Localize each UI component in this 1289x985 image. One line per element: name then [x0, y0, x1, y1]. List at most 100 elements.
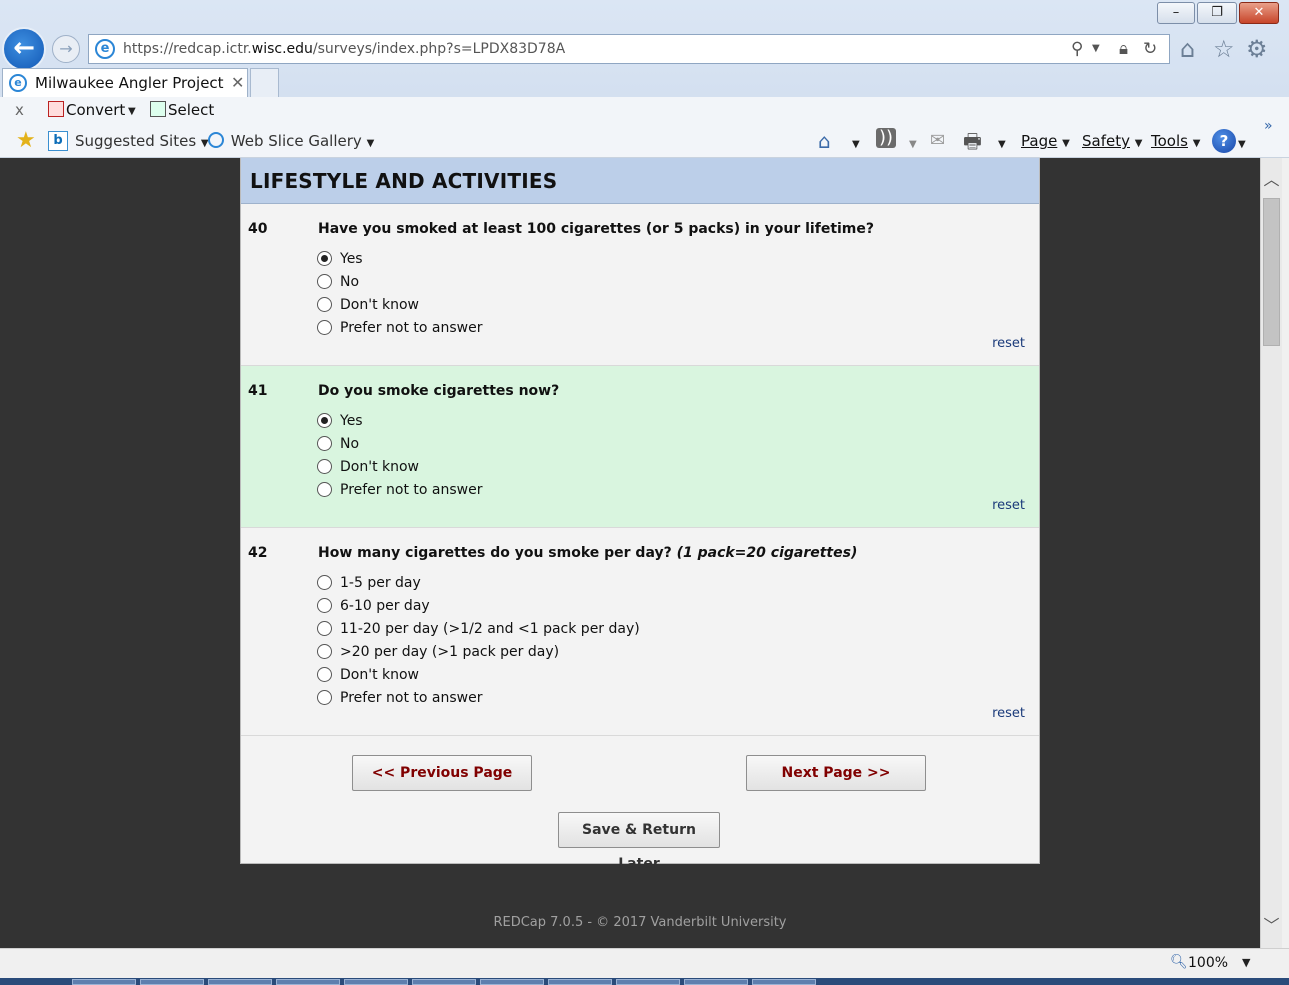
safety-menu[interactable]: Safety ▼ [1082, 131, 1142, 154]
new-tab-button[interactable] [250, 68, 279, 97]
help-dropdown-icon[interactable]: ▼ [1238, 135, 1246, 155]
radio-button[interactable] [317, 459, 332, 474]
home-toolbar-icon[interactable]: ⌂ [818, 127, 831, 155]
radio-button[interactable] [317, 690, 332, 705]
rss-feed-icon[interactable]: )) [876, 128, 896, 148]
question-41: 41 Do you smoke cigarettes now? Yes No D… [241, 366, 1039, 528]
previous-page-button[interactable]: << Previous Page [352, 755, 532, 791]
taskbar-item[interactable] [208, 979, 272, 985]
question-number: 40 [248, 221, 268, 237]
scroll-thumb[interactable] [1263, 198, 1280, 346]
help-icon[interactable]: ? [1212, 129, 1236, 153]
rss-dropdown-icon[interactable]: ▼ [909, 135, 917, 155]
taskbar-item[interactable] [480, 979, 544, 985]
convert-dropdown-icon[interactable]: ▼ [128, 102, 136, 122]
print-icon[interactable]: 🖶︎ [963, 127, 982, 155]
web-slice-gallery-link[interactable]: Web Slice Gallery ▼ [208, 131, 374, 154]
radio-button[interactable] [317, 621, 332, 636]
taskbar-item[interactable] [344, 979, 408, 985]
command-bar: x Convert ▼ Select [0, 97, 1289, 125]
close-tab-icon[interactable]: ✕ [231, 73, 244, 92]
redcap-footer: REDCap 7.0.5 - © 2017 Vanderbilt Univers… [493, 915, 787, 930]
tools-menu[interactable]: Tools ▼ [1151, 131, 1200, 154]
gear-icon[interactable]: ⚙ [1246, 35, 1268, 63]
search-icon[interactable]: ⚲ [1071, 38, 1083, 60]
question-number: 41 [248, 383, 268, 399]
radio-button[interactable] [317, 644, 332, 659]
forward-button[interactable]: → [52, 35, 80, 63]
radio-button[interactable] [317, 413, 332, 428]
url-text[interactable]: https://redcap.ictr.wisc.edu/surveys/ind… [123, 41, 565, 57]
question-42: 42 How many cigarettes do you smoke per … [241, 528, 1039, 736]
arrow-left-icon: ← [13, 33, 35, 63]
section-title: LIFESTYLE AND ACTIVITIES [250, 169, 558, 193]
arrow-right-icon: → [59, 39, 73, 58]
browser-chrome: – ❐ ✕ ← → e https://redcap.ictr.wisc.edu… [0, 0, 1289, 158]
next-page-button[interactable]: Next Page >> [746, 755, 926, 791]
ie-icon [208, 132, 224, 148]
suggested-sites-link[interactable]: Suggested Sites ▼ [75, 131, 209, 154]
minimize-button[interactable]: – [1157, 2, 1195, 24]
favorites-star-icon[interactable]: ☆ [1213, 35, 1235, 63]
radio-button[interactable] [317, 274, 332, 289]
taskbar-item[interactable] [548, 979, 612, 985]
taskbar-item[interactable] [752, 979, 816, 985]
reset-link[interactable]: reset [992, 706, 1025, 721]
pdf-icon [48, 101, 64, 117]
radio-button[interactable] [317, 482, 332, 497]
favorites-icon[interactable]: ★ [16, 129, 36, 153]
read-mail-icon[interactable]: ✉ [930, 127, 945, 155]
taskbar [0, 978, 1289, 985]
taskbar-item[interactable] [276, 979, 340, 985]
convert-button[interactable]: Convert [48, 100, 125, 120]
survey-form: LIFESTYLE AND ACTIVITIES 40 Have you smo… [240, 158, 1040, 872]
vertical-scrollbar[interactable]: ︿ ﹀ [1260, 158, 1282, 948]
window-edge [1282, 158, 1289, 948]
taskbar-item[interactable] [140, 979, 204, 985]
page-viewport: LIFESTYLE AND ACTIVITIES 40 Have you smo… [0, 158, 1260, 948]
taskbar-item[interactable] [684, 979, 748, 985]
radio-button[interactable] [317, 320, 332, 335]
close-window-button[interactable]: ✕ [1239, 2, 1279, 24]
home-icon[interactable]: ⌂ [1180, 35, 1195, 63]
question-40: 40 Have you smoked at least 100 cigarett… [241, 204, 1039, 366]
taskbar-item[interactable] [412, 979, 476, 985]
question-text: How many cigarettes do you smoke per day… [318, 545, 858, 561]
scroll-up-icon[interactable]: ︿ [1261, 158, 1282, 198]
ie-tab-icon: e [9, 74, 27, 92]
reset-link[interactable]: reset [992, 498, 1025, 513]
taskbar-item[interactable] [72, 979, 136, 985]
question-text: Have you smoked at least 100 cigarettes … [318, 221, 875, 237]
maximize-button[interactable]: ❐ [1197, 2, 1237, 24]
zoom-level[interactable]: 100% [1188, 955, 1228, 971]
radio-button[interactable] [317, 297, 332, 312]
print-dropdown-icon[interactable]: ▼ [998, 135, 1006, 155]
taskbar-item[interactable] [616, 979, 680, 985]
refresh-icon[interactable]: ↻ [1143, 38, 1157, 60]
home-dropdown-icon[interactable]: ▼ [852, 135, 860, 155]
chevron-down-icon: ▼ [1192, 138, 1201, 149]
save-return-later-button[interactable]: Save & Return Later [558, 812, 720, 872]
bing-icon: b [48, 131, 68, 151]
lock-icon[interactable]: 🔒︎ [1119, 38, 1128, 60]
select-icon [150, 101, 166, 117]
scroll-down-icon[interactable]: ﹀ [1261, 906, 1282, 946]
close-toolbar-icon[interactable]: x [15, 100, 24, 120]
search-dropdown-icon[interactable]: ▼ [1092, 38, 1100, 60]
address-bar[interactable]: e https://redcap.ictr.wisc.edu/surveys/i… [88, 34, 1170, 64]
zoom-icon[interactable]: 🔍︎ [1170, 954, 1188, 970]
ie-page-icon: e [95, 39, 115, 59]
question-text: Do you smoke cigarettes now? [318, 383, 560, 399]
zoom-dropdown-icon[interactable]: ▼ [1242, 956, 1250, 969]
back-button[interactable]: ← [2, 27, 46, 71]
radio-button[interactable] [317, 598, 332, 613]
reset-link[interactable]: reset [992, 336, 1025, 351]
radio-button[interactable] [317, 667, 332, 682]
radio-button[interactable] [317, 575, 332, 590]
radio-button[interactable] [317, 436, 332, 451]
tab-milwaukee-angler-project[interactable]: e Milwaukee Angler Project ✕ [2, 68, 248, 97]
select-button[interactable]: Select [150, 100, 214, 120]
radio-button[interactable] [317, 251, 332, 266]
page-menu[interactable]: Page ▼ [1021, 131, 1070, 154]
more-chevron-icon[interactable]: » [1264, 118, 1273, 134]
